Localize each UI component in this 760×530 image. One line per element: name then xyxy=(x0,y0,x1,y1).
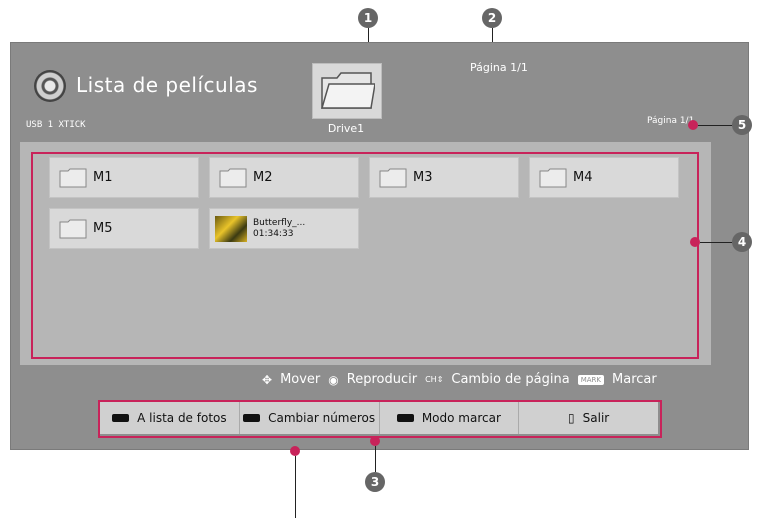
page-indicator-top: Página 1/1 xyxy=(470,61,528,74)
content-highlight-frame xyxy=(31,152,699,359)
callout-2: 2 xyxy=(482,8,502,28)
callout-5-line xyxy=(698,125,732,126)
callout-3-line xyxy=(375,446,376,472)
legend-move: Mover xyxy=(280,372,321,387)
legend-play: Reproducir xyxy=(346,372,418,387)
callout-3: 3 xyxy=(365,472,385,492)
button-bar-highlight-frame xyxy=(98,400,662,438)
control-legend: ✥ Mover ◉ Reproducir CH⇕ Cambio de págin… xyxy=(262,372,657,387)
callout-3-dot xyxy=(370,436,380,446)
folder-icon xyxy=(321,72,375,109)
pointer-dot xyxy=(290,446,300,456)
page-title: Lista de películas xyxy=(76,73,258,97)
callout-1: 1 xyxy=(358,8,378,28)
callout-5: 5 xyxy=(732,115,752,135)
callout-4-line xyxy=(700,242,732,243)
ok-circle-icon: ◉ xyxy=(328,372,339,387)
callout-4: 4 xyxy=(732,232,752,252)
usb-label: USB 1 XTICK xyxy=(26,120,86,130)
drive-folder-button[interactable] xyxy=(312,63,382,119)
callout-4-dot xyxy=(690,237,700,247)
channel-key-icon: CH⇕ xyxy=(425,375,444,384)
movie-reel-icon xyxy=(34,70,66,102)
drive-label: Drive1 xyxy=(327,122,365,135)
move-arrows-icon: ✥ xyxy=(262,372,273,387)
mark-key-icon: MARK xyxy=(577,374,605,385)
legend-page-change: Cambio de página xyxy=(451,372,570,387)
legend-mark: Marcar xyxy=(612,372,657,387)
pointer-line xyxy=(295,456,296,518)
callout-5-dot xyxy=(688,120,698,130)
